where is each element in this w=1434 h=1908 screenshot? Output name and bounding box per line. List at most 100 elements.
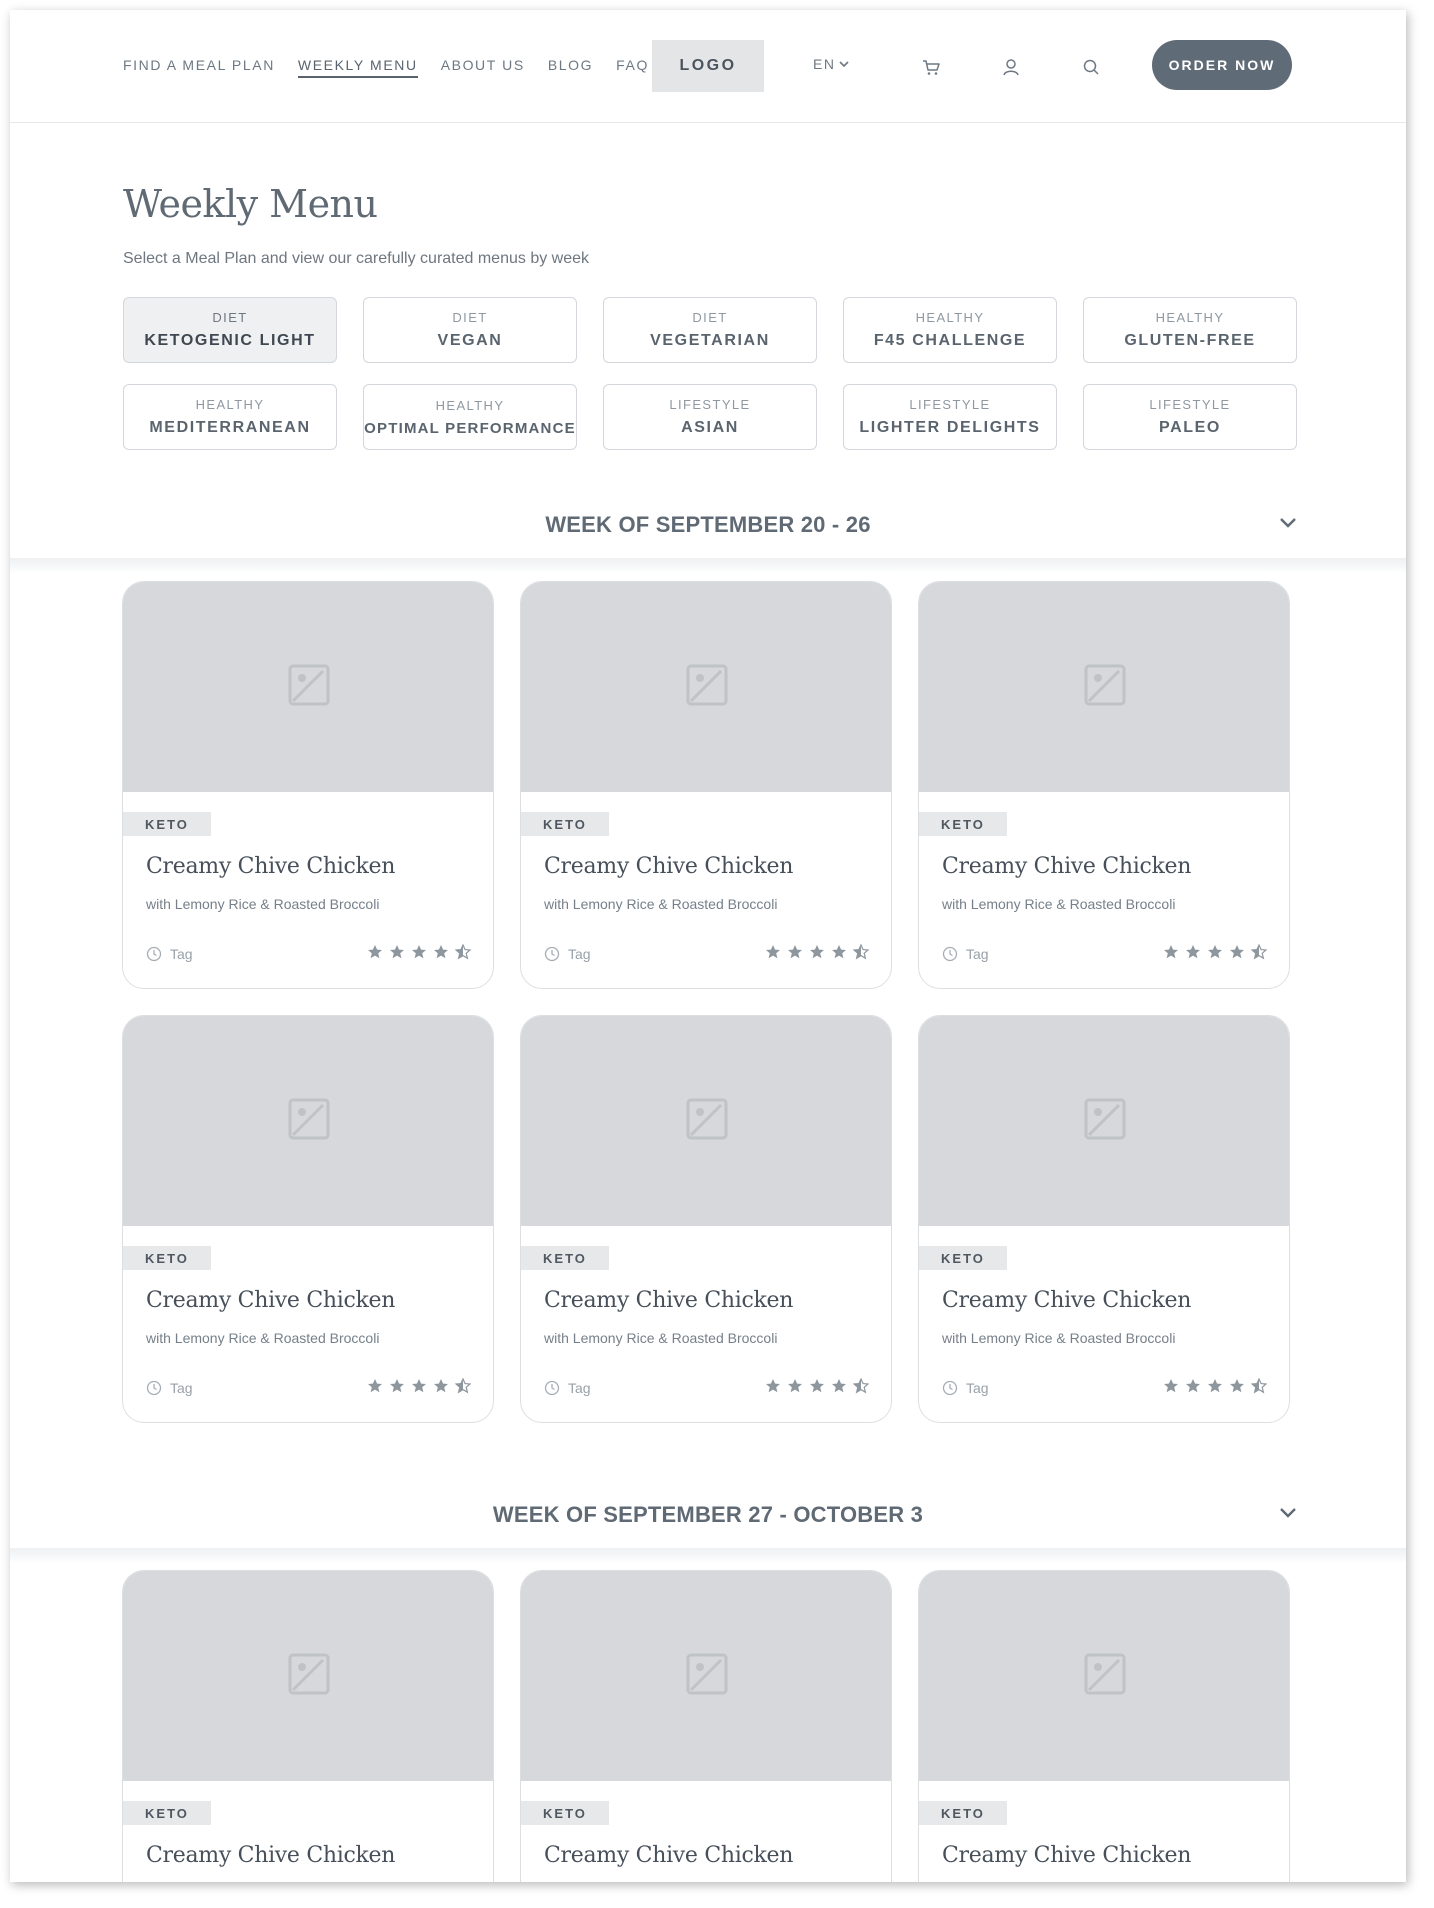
plan-vegan[interactable]: DIET VEGAN <box>363 297 577 363</box>
meal-title: Creamy Chive Chicken <box>942 1843 1192 1868</box>
plan-optimal-performance[interactable]: HEALTHY OPTIMAL PERFORMANCE <box>363 384 577 450</box>
logo[interactable]: LOGO <box>652 40 764 92</box>
diet-tag: KETO <box>521 1801 609 1825</box>
image-icon <box>287 663 331 712</box>
star-full-icon <box>1208 945 1222 959</box>
plan-lighter-delights[interactable]: LIFESTYLE LIGHTER DELIGHTS <box>843 384 1057 450</box>
chevron-down-icon[interactable] <box>1278 516 1298 530</box>
meal-card[interactable]: KETO Creamy Chive Chicken with Lemony Rice… <box>918 1015 1290 1423</box>
site-header: FIND A MEAL PLAN WEEKLY MENU ABOUT US BL… <box>10 10 1406 123</box>
chevron-down-icon <box>839 61 850 68</box>
meal-meta-label: Tag <box>568 946 591 962</box>
star-full-icon <box>1208 1379 1222 1393</box>
meal-meta: Tag <box>544 1380 591 1396</box>
star-full-icon <box>368 945 382 959</box>
order-now-button[interactable]: ORDER NOW <box>1152 40 1292 90</box>
plan-name: GLUTEN-FREE <box>1124 332 1256 349</box>
meal-card[interactable]: KETO Creamy Chive Chicken with Lemony Rice… <box>520 1015 892 1423</box>
nav-find-a-meal-plan[interactable]: FIND A MEAL PLAN <box>123 57 275 78</box>
plan-gluten-free[interactable]: HEALTHY GLUTEN-FREE <box>1083 297 1297 363</box>
meal-card[interactable]: KETO Creamy Chive Chicken <box>520 1570 892 1882</box>
plan-asian[interactable]: LIFESTYLE ASIAN <box>603 384 817 450</box>
nav-blog[interactable]: BLOG <box>548 57 593 78</box>
plan-ketogenic-light[interactable]: DIET KETOGENIC LIGHT <box>123 297 337 363</box>
meal-title: Creamy Chive Chicken <box>146 1843 396 1868</box>
nav-weekly-menu[interactable]: WEEKLY MENU <box>297 57 418 78</box>
star-full-icon <box>1230 1379 1244 1393</box>
meal-image-placeholder <box>123 1016 493 1226</box>
image-icon <box>1083 663 1127 712</box>
star-rating <box>361 944 471 960</box>
clock-icon <box>146 946 170 962</box>
meal-meta: Tag <box>146 946 193 962</box>
meal-image-placeholder <box>521 1571 891 1781</box>
star-rating <box>759 944 869 960</box>
meal-meta-label: Tag <box>170 1380 193 1396</box>
star-full-icon <box>1164 945 1178 959</box>
meal-meta-label: Tag <box>568 1380 591 1396</box>
meal-meta-label: Tag <box>966 1380 989 1396</box>
star-full-icon <box>1186 1379 1200 1393</box>
meal-card[interactable]: KETO Creamy Chive Chicken with Lemony Rice… <box>122 581 494 989</box>
meal-subtitle: with Lemony Rice & Roasted Broccoli <box>544 896 778 912</box>
star-full-icon <box>390 945 404 959</box>
plan-mediterranean[interactable]: HEALTHY MEDITERRANEAN <box>123 384 337 450</box>
meal-image-placeholder <box>521 1016 891 1226</box>
star-half-icon <box>853 944 869 960</box>
meal-meta: Tag <box>942 946 989 962</box>
star-rating <box>759 1378 869 1394</box>
nav-about-us[interactable]: ABOUT US <box>441 57 525 78</box>
plan-category: HEALTHY <box>195 397 265 412</box>
star-full-icon <box>434 1379 448 1393</box>
star-rating <box>1157 944 1267 960</box>
star-full-icon <box>412 1379 426 1393</box>
search-icon[interactable] <box>1080 56 1102 78</box>
plan-category: HEALTHY <box>435 397 505 413</box>
page-subtitle: Select a Meal Plan and view our carefull… <box>123 250 590 267</box>
main-nav: FIND A MEAL PLAN WEEKLY MENU ABOUT US BL… <box>123 57 672 78</box>
week-toggle-sep-20[interactable]: WEEK OF SEPTEMBER 20 - 26 <box>10 488 1406 574</box>
star-full-icon <box>788 945 802 959</box>
clock-icon <box>942 946 966 962</box>
language-selector[interactable]: EN <box>813 56 850 72</box>
meal-plan-selector: DIET KETOGENIC LIGHT DIET VEGAN DIET VEG… <box>123 297 1297 450</box>
plan-name: LIGHTER DELIGHTS <box>859 419 1041 436</box>
page: FIND A MEAL PLAN WEEKLY MENU ABOUT US BL… <box>10 10 1406 1882</box>
meal-image-placeholder <box>919 1016 1289 1226</box>
plan-name: ASIAN <box>681 419 739 436</box>
week-toggle-sep-27[interactable]: WEEK OF SEPTEMBER 27 - OCTOBER 3 <box>10 1478 1406 1564</box>
meal-card[interactable]: KETO Creamy Chive Chicken with Lemony Rice… <box>918 581 1290 989</box>
meal-card[interactable]: KETO Creamy Chive Chicken with Lemony Rice… <box>122 1015 494 1423</box>
clock-icon <box>544 1380 568 1396</box>
nav-faq[interactable]: FAQ <box>616 57 649 78</box>
image-icon <box>685 1652 729 1701</box>
diet-tag: KETO <box>919 1801 1007 1825</box>
plan-category: HEALTHY <box>915 310 985 325</box>
week-divider <box>10 1548 1406 1564</box>
plan-vegetarian[interactable]: DIET VEGETARIAN <box>603 297 817 363</box>
meal-title: Creamy Chive Chicken <box>146 854 396 879</box>
meal-meta: Tag <box>146 1380 193 1396</box>
meal-card[interactable]: KETO Creamy Chive Chicken with Lemony Rice… <box>520 581 892 989</box>
meal-subtitle: with Lemony Rice & Roasted Broccoli <box>942 896 1176 912</box>
meal-card[interactable]: KETO Creamy Chive Chicken <box>918 1570 1290 1882</box>
week-title: WEEK OF SEPTEMBER 20 - 26 <box>545 512 871 537</box>
plan-name: OPTIMAL PERFORMANCE <box>364 419 576 437</box>
meal-meta-label: Tag <box>966 946 989 962</box>
plan-paleo[interactable]: LIFESTYLE PALEO <box>1083 384 1297 450</box>
week-title: WEEK OF SEPTEMBER 27 - OCTOBER 3 <box>492 1502 924 1527</box>
plan-category: HEALTHY <box>1155 310 1225 325</box>
chevron-down-icon[interactable] <box>1278 1506 1298 1520</box>
meal-title: Creamy Chive Chicken <box>942 1288 1192 1313</box>
cart-icon[interactable] <box>920 56 942 78</box>
user-icon[interactable] <box>1000 56 1022 78</box>
plan-f45-challenge[interactable]: HEALTHY F45 CHALLENGE <box>843 297 1057 363</box>
meal-card[interactable]: KETO Creamy Chive Chicken <box>122 1570 494 1882</box>
star-full-icon <box>810 1379 824 1393</box>
image-icon <box>287 1652 331 1701</box>
meal-meta: Tag <box>942 1380 989 1396</box>
star-full-icon <box>766 1379 780 1393</box>
plan-category: LIFESTYLE <box>1149 397 1231 412</box>
diet-tag: KETO <box>521 812 609 836</box>
diet-tag: KETO <box>521 1246 609 1270</box>
